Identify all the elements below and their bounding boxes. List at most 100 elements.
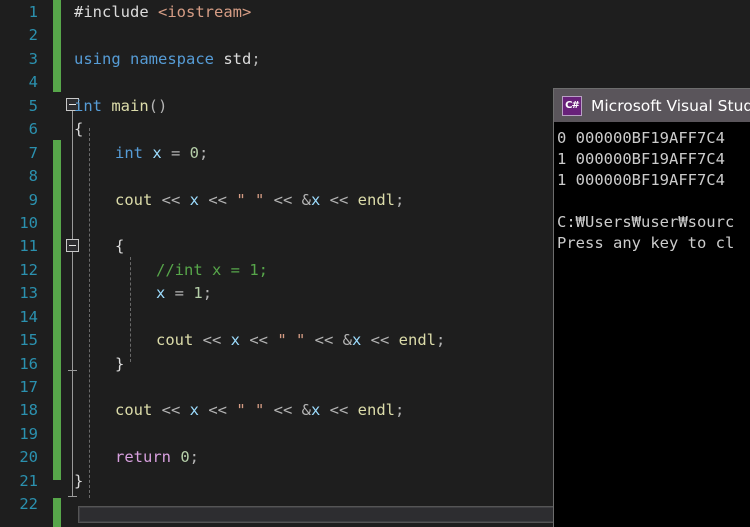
line-number: 21 (19, 471, 38, 490)
code-token: 0 (180, 448, 190, 467)
code-token: endl (357, 190, 395, 209)
line-number: 2 (28, 26, 38, 45)
code-token: << (264, 190, 302, 209)
code-token: cout (156, 331, 194, 350)
code-token: x (352, 331, 362, 350)
code-token: //int x = 1; (156, 260, 268, 279)
code-text[interactable]: #include <iostream> (74, 1, 251, 24)
line-number: 20 (19, 448, 38, 467)
code-token: } (115, 354, 125, 373)
code-token: cout (115, 401, 153, 420)
line-number: 15 (19, 331, 38, 350)
line-number: 17 (19, 378, 38, 396)
code-token: { (115, 237, 125, 256)
line-number: 14 (19, 307, 38, 326)
code-text[interactable]: int main() (74, 95, 167, 118)
code-text[interactable]: return 0; (115, 446, 199, 469)
code-token: using namespace (74, 49, 224, 68)
line-number: 13 (19, 284, 38, 303)
line-number: 7 (28, 143, 38, 162)
line-number: 18 (19, 401, 38, 420)
code-token: ; (395, 190, 405, 209)
code-token: x (311, 190, 321, 209)
line-number: 8 (28, 167, 38, 186)
code-token: x (189, 401, 199, 420)
code-token: #include (74, 3, 158, 21)
code-token: << (152, 190, 190, 209)
code-text[interactable]: } (74, 470, 83, 493)
code-line[interactable]: 2 (0, 24, 750, 47)
console-line: 0 000000BF19AFF7C4 (557, 129, 725, 147)
code-token: int (74, 96, 112, 115)
code-token: << (240, 331, 278, 350)
code-token: <iostream> (158, 3, 252, 21)
code-token: & (342, 331, 352, 350)
code-token: } (74, 471, 84, 490)
code-token: " " (236, 190, 265, 209)
line-number: 19 (19, 424, 38, 443)
debug-console-window[interactable]: C# Microsoft Visual Studio 0 000000BF19A… (553, 88, 750, 527)
line-number: 1 (28, 3, 38, 21)
code-text[interactable]: x = 1; (156, 282, 212, 305)
line-number: 11 (19, 237, 38, 256)
code-token: << (193, 331, 231, 350)
code-token: cout (115, 190, 153, 209)
line-number: 10 (19, 213, 38, 232)
visual-studio-window: 1 #include <iostream> 2 3 using namespace st… (0, 0, 750, 527)
code-token: = (165, 284, 194, 303)
code-token: return (115, 448, 181, 467)
code-token: int (115, 143, 153, 162)
code-token: << (320, 190, 358, 209)
code-token: << (264, 401, 302, 420)
code-token: ; (189, 448, 200, 467)
code-token: ; (436, 331, 446, 350)
code-token: x (189, 190, 199, 209)
code-token: = (161, 143, 190, 162)
line-number: 16 (19, 354, 38, 373)
code-token: " " (277, 331, 306, 350)
code-token: << (199, 401, 237, 420)
code-token: x (230, 331, 240, 350)
code-token: ; (395, 401, 405, 420)
code-token: 0 (189, 143, 200, 162)
code-token: << (361, 331, 399, 350)
code-text[interactable]: cout << x << " " << &x << endl; (115, 399, 404, 422)
code-token: ; (202, 284, 213, 303)
line-number: 22 (19, 495, 38, 514)
code-token: 1 (193, 284, 203, 303)
console-title-bar[interactable]: C# Microsoft Visual Studio (554, 89, 750, 122)
code-text[interactable]: { (74, 118, 83, 141)
code-text[interactable]: using namespace std; (74, 48, 261, 71)
code-token: std (223, 49, 252, 68)
code-token: << (199, 190, 237, 209)
console-line: C:₩Users₩user₩sourc (557, 213, 735, 231)
code-text[interactable]: cout << x << " " << &x << endl; (115, 189, 404, 212)
line-number: 4 (28, 73, 38, 92)
line-number: 3 (28, 49, 38, 68)
code-token: endl (398, 331, 436, 350)
code-token: & (301, 401, 311, 420)
code-token: << (305, 331, 343, 350)
visual-studio-icon: C# (562, 95, 582, 116)
code-token: ; (251, 49, 261, 68)
code-token: main (111, 96, 149, 115)
code-text[interactable]: cout << x << " " << &x << endl; (156, 329, 445, 352)
line-number: 5 (28, 96, 38, 115)
code-token: << (152, 401, 190, 420)
code-token: x (156, 284, 166, 303)
code-token: { (74, 120, 84, 139)
code-text[interactable]: //int x = 1; (156, 259, 268, 282)
code-token: x (152, 143, 162, 162)
code-text[interactable]: { (115, 235, 124, 258)
line-number: 6 (28, 120, 38, 139)
code-text[interactable]: } (115, 353, 124, 376)
code-token: " " (236, 401, 265, 420)
code-line[interactable]: 3 using namespace std; (0, 48, 750, 71)
line-number: 9 (28, 190, 38, 209)
console-line: Press any key to cl (557, 234, 735, 252)
console-line: 1 000000BF19AFF7C4 (557, 171, 725, 189)
console-output-area[interactable]: 0 000000BF19AFF7C4 1 000000BF19AFF7C4 1 00… (554, 122, 750, 527)
code-text[interactable]: int x = 0; (115, 142, 208, 165)
code-line[interactable]: 1 #include <iostream> (0, 1, 750, 24)
